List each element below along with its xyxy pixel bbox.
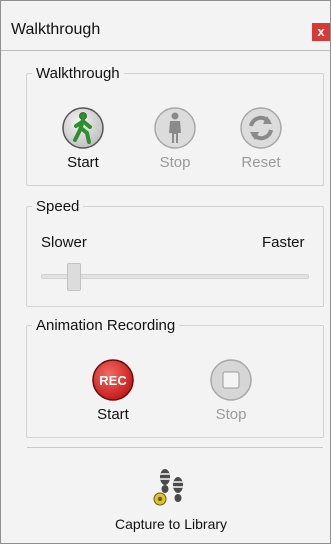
recording-start-button[interactable]: REC Start (83, 358, 143, 423)
speed-group-label: Speed (32, 198, 84, 215)
divider (27, 447, 323, 448)
footprints-icon (153, 469, 183, 506)
walkthrough-stop-label: Stop (159, 154, 191, 171)
stop-square-icon (210, 359, 252, 401)
walkthrough-start-button[interactable]: Start (53, 106, 113, 171)
rec-badge-text: REC (99, 373, 127, 388)
speed-slider-track[interactable] (41, 274, 309, 279)
title-bar: Walkthrough x (1, 1, 330, 51)
capture-to-library-button[interactable]: Capture to Library (101, 463, 241, 532)
walkthrough-reset-label: Reset (241, 154, 281, 171)
stand-person-icon (154, 107, 196, 149)
recording-stop-label: Stop (215, 406, 247, 423)
speed-slider-thumb[interactable] (67, 263, 81, 291)
reset-arrows-icon (240, 107, 282, 149)
walkthrough-reset-button[interactable]: Reset (231, 106, 291, 171)
walkthrough-stop-button[interactable]: Stop (145, 106, 205, 171)
speed-group (26, 206, 324, 307)
record-icon: REC (92, 359, 134, 401)
walkthrough-window: Walkthrough x Walkthrough Start Stop Res… (0, 0, 331, 544)
slower-label: Slower (41, 234, 87, 251)
faster-label: Faster (262, 234, 305, 251)
close-button[interactable]: x (312, 23, 330, 41)
recording-group-label: Animation Recording (32, 317, 180, 334)
walkthrough-group-label: Walkthrough (32, 65, 124, 82)
close-icon: x (317, 24, 325, 39)
walkthrough-start-label: Start (67, 154, 99, 171)
recording-group (26, 325, 324, 438)
recording-stop-button[interactable]: Stop (201, 358, 261, 423)
recording-start-label: Start (97, 406, 129, 423)
window-title: Walkthrough (11, 21, 101, 38)
walk-person-icon (62, 107, 104, 149)
capture-to-library-label: Capture to Library (114, 516, 228, 532)
